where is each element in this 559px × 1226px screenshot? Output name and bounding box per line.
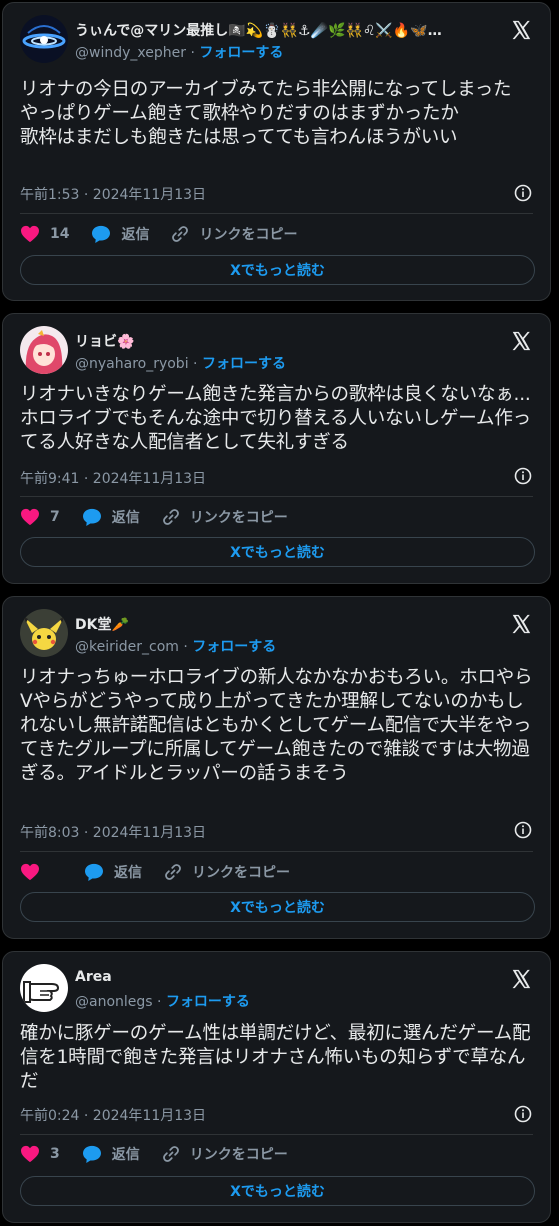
separator: · xyxy=(190,45,195,61)
action-bar: 14 返信 リンクをコピー xyxy=(20,223,319,245)
copy-link-label: リンクをコピー xyxy=(189,510,288,526)
link-icon xyxy=(162,509,179,525)
action-bar: 3 返信 リンクをコピー xyxy=(20,1143,310,1165)
handle-line: @keirider_com · フォローする xyxy=(75,636,276,656)
copy-link-label: リンクをコピー xyxy=(189,1147,288,1163)
action-bar: 返信 リンクをコピー xyxy=(20,861,312,883)
x-logo-icon[interactable] xyxy=(510,330,532,352)
display-name[interactable]: DK堂🥕 xyxy=(75,614,129,634)
display-name[interactable]: Area xyxy=(75,969,112,985)
tweet-card[interactable]: リョビ🌸 @nyaharo_ryobi · フォローする リオナいきなりゲーム飽… xyxy=(2,313,551,584)
divider xyxy=(20,851,533,852)
like-count: 7 xyxy=(50,509,60,525)
copy-link-button[interactable]: リンクをコピー xyxy=(164,862,290,882)
read-more-button[interactable]: Xでもっと読む xyxy=(20,892,535,922)
user-handle[interactable]: @windy_xepher xyxy=(75,45,186,61)
reply-button[interactable]: 返信 xyxy=(84,862,142,882)
user-handle[interactable]: @nyaharo_ryobi xyxy=(75,356,189,372)
reply-bubble-icon xyxy=(92,225,111,243)
action-bar: 7 返信 リンクをコピー xyxy=(20,506,310,528)
handle-line: @nyaharo_ryobi · フォローする xyxy=(75,353,286,373)
link-icon xyxy=(165,864,181,880)
follow-button[interactable]: フォローする xyxy=(202,356,286,372)
display-name[interactable]: リョビ🌸 xyxy=(75,331,134,351)
tweet-text: 確かに豚ゲーのゲーム性は単調だけど、最初に選んだゲーム配信を1時間で飽きた発言は… xyxy=(20,1023,531,1092)
reply-button[interactable]: 返信 xyxy=(91,224,149,244)
divider xyxy=(20,1134,533,1135)
tweet-header: DK堂🥕 @keirider_com · フォローする xyxy=(20,609,536,657)
pichu-avatar-icon[interactable] xyxy=(20,609,68,657)
copy-link-button[interactable]: リンクをコピー xyxy=(162,1144,288,1164)
handle-line: @windy_xepher · フォローする xyxy=(75,42,283,62)
read-more-button[interactable]: Xでもっと読む xyxy=(20,1176,535,1206)
tweet-date[interactable]: 午前1:53 · 2024年11月13日 xyxy=(20,184,206,204)
like-button[interactable]: 7 xyxy=(20,508,60,526)
x-logo-icon[interactable] xyxy=(510,613,532,635)
reply-bubble-icon xyxy=(82,508,101,526)
tweet-text: リオナいきなりゲーム飽きた発言からの歌枠は良くないなぁ...ホロライブでもそんな… xyxy=(20,384,531,453)
tweet-header: Area @anonlegs · フォローする xyxy=(20,964,536,1012)
reply-bubble-icon xyxy=(82,1145,101,1163)
anime-girl-avatar-icon[interactable] xyxy=(20,326,68,374)
copy-link-label: リンクをコピー xyxy=(192,865,290,881)
tweet-card[interactable]: DK堂🥕 @keirider_com · フォローする リオナっちゅーホロライブ… xyxy=(2,596,551,939)
link-icon xyxy=(172,226,189,242)
follow-button[interactable]: フォローする xyxy=(192,639,276,655)
reply-bubble-icon xyxy=(85,863,103,881)
separator: · xyxy=(157,994,162,1010)
copy-link-button[interactable]: リンクをコピー xyxy=(162,507,288,527)
tweet-date[interactable]: 午前9:41 · 2024年11月13日 xyxy=(20,468,206,488)
reply-label: 返信 xyxy=(114,865,142,881)
follow-button[interactable]: フォローする xyxy=(166,994,250,1010)
pointing-hand-avatar-icon[interactable] xyxy=(20,964,68,1012)
tweet-date[interactable]: 午前0:24 · 2024年11月13日 xyxy=(20,1105,206,1125)
divider xyxy=(20,496,533,497)
like-count: 3 xyxy=(50,1146,60,1162)
tweet-text: リオナっちゅーホロライブの新人なかなかおもろい。ホロやらVやらがどうやって成り上… xyxy=(20,667,533,784)
heart-icon xyxy=(21,1145,39,1163)
display-name[interactable]: うぃんで@マリン最推し🏴‍☠️💫☃️👯⚓☄️🌿👯♌⚔️🔥🦋… xyxy=(75,20,442,40)
reply-label: 返信 xyxy=(111,510,140,526)
divider xyxy=(20,213,533,214)
info-icon[interactable] xyxy=(514,821,532,839)
like-button[interactable] xyxy=(20,863,50,881)
tweet-header: リョビ🌸 @nyaharo_ryobi · フォローする xyxy=(20,326,536,374)
x-logo-icon[interactable] xyxy=(510,968,532,990)
follow-button[interactable]: フォローする xyxy=(199,45,283,61)
reply-button[interactable]: 返信 xyxy=(82,507,140,527)
reply-button[interactable]: 返信 xyxy=(82,1144,140,1164)
tweet-text: リオナの今日のアーカイブみてたら非公開になってしまった やっぱりゲーム飽きて歌枠… xyxy=(20,79,512,148)
copy-link-button[interactable]: リンクをコピー xyxy=(171,224,297,244)
separator: · xyxy=(183,639,188,655)
like-button[interactable]: 3 xyxy=(20,1145,60,1163)
reply-label: 返信 xyxy=(111,1147,140,1163)
info-icon[interactable] xyxy=(514,1105,532,1123)
info-icon[interactable] xyxy=(514,467,532,485)
handle-line: @anonlegs · フォローする xyxy=(75,991,250,1011)
x-logo-icon[interactable] xyxy=(510,19,532,41)
heart-icon xyxy=(21,863,39,881)
heart-icon xyxy=(21,508,39,526)
tweet-card[interactable]: Area @anonlegs · フォローする 確かに豚ゲーのゲーム性は単調だけ… xyxy=(2,951,551,1223)
separator: · xyxy=(193,356,198,372)
info-icon[interactable] xyxy=(514,184,532,202)
user-handle[interactable]: @anonlegs xyxy=(75,994,153,1010)
copy-link-label: リンクをコピー xyxy=(199,227,298,243)
like-count: 14 xyxy=(50,226,70,242)
tweet-card[interactable]: うぃんで@マリン最推し🏴‍☠️💫☃️👯⚓☄️🌿👯♌⚔️🔥🦋… @windy_xe… xyxy=(2,2,551,301)
tweet-header: うぃんで@マリン最推し🏴‍☠️💫☃️👯⚓☄️🌿👯♌⚔️🔥🦋… @windy_xe… xyxy=(20,15,536,63)
like-button[interactable]: 14 xyxy=(20,225,69,243)
reply-label: 返信 xyxy=(121,227,150,243)
user-handle[interactable]: @keirider_com xyxy=(75,639,179,655)
link-icon xyxy=(162,1146,179,1162)
tweet-feed: うぃんで@マリン最推し🏴‍☠️💫☃️👯⚓☄️🌿👯♌⚔️🔥🦋… @windy_xe… xyxy=(0,0,559,1226)
read-more-button[interactable]: Xでもっと読む xyxy=(20,537,535,567)
galaxy-avatar-icon[interactable] xyxy=(20,15,68,63)
read-more-button[interactable]: Xでもっと読む xyxy=(20,255,535,285)
tweet-date[interactable]: 午前8:03 · 2024年11月13日 xyxy=(20,822,206,842)
heart-icon xyxy=(21,225,39,243)
